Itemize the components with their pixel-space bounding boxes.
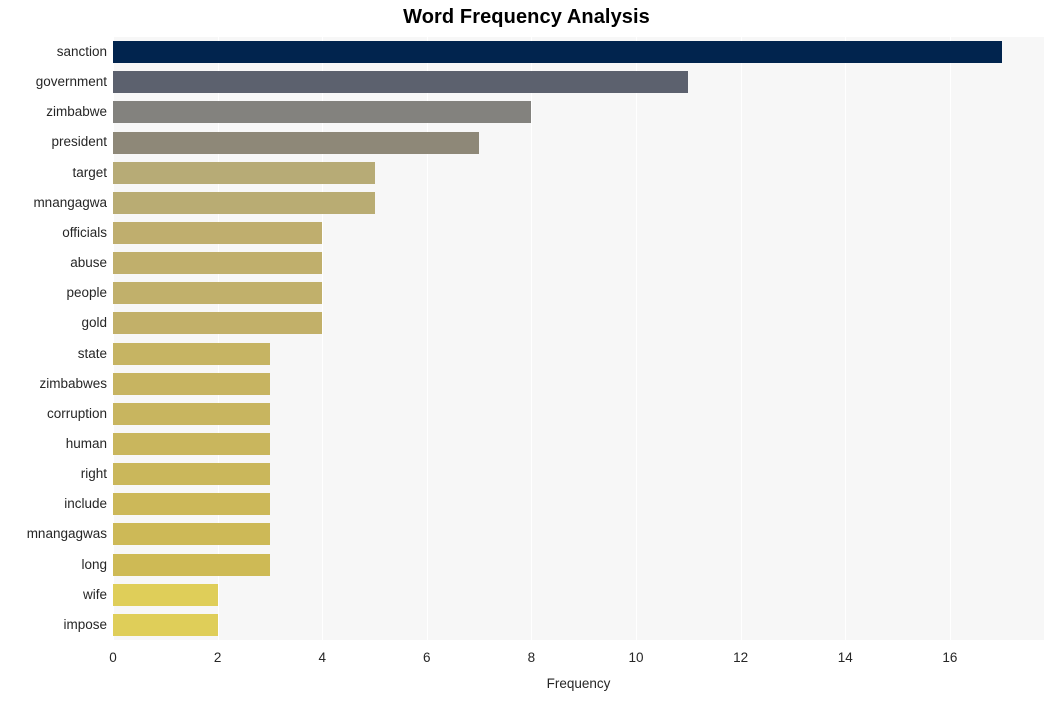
word-frequency-chart-figure: Word Frequency Analysis sanction governme… — [0, 0, 1053, 701]
x-tick-label: 2 — [213, 650, 222, 665]
y-tick-label: mnangagwas — [26, 526, 107, 542]
bar[interactable] — [113, 71, 689, 94]
bar-row — [113, 67, 1044, 97]
y-tick-label: human — [65, 435, 107, 451]
bar-row — [113, 550, 1044, 580]
bar[interactable] — [113, 523, 270, 546]
bar-row — [113, 610, 1044, 640]
x-axis-label: Frequency — [546, 676, 611, 691]
bar[interactable] — [113, 583, 218, 606]
bar-row — [113, 399, 1044, 429]
y-tick-label: zimbabwes — [39, 375, 107, 391]
bar-row — [113, 158, 1044, 188]
y-tick-label: president — [51, 134, 107, 150]
bar-row — [113, 127, 1044, 157]
y-tick-label: impose — [63, 616, 107, 632]
bar-row — [113, 218, 1044, 248]
x-axis: 0 2 4 6 8 10 12 14 16 Frequency — [109, 640, 1044, 701]
y-tick-label: wife — [82, 586, 107, 602]
bar[interactable] — [113, 493, 270, 516]
bar-row — [113, 519, 1044, 549]
y-tick-label: mnangagwa — [33, 194, 107, 210]
x-tick-label: 14 — [837, 650, 853, 665]
x-tick-label: 4 — [318, 650, 326, 665]
bar[interactable] — [113, 41, 1003, 64]
bar[interactable] — [113, 101, 532, 124]
y-tick-label: long — [81, 556, 107, 572]
bar-row — [113, 429, 1044, 459]
x-tick-label: 0 — [109, 650, 117, 665]
y-tick-label: corruption — [46, 405, 107, 421]
bar[interactable] — [113, 342, 270, 365]
y-tick-label: zimbabwe — [46, 104, 107, 120]
y-tick-label: sanction — [56, 44, 107, 59]
bar-row — [113, 369, 1044, 399]
bar-row — [113, 37, 1044, 67]
bar[interactable] — [113, 613, 218, 636]
chart-title: Word Frequency Analysis — [403, 6, 650, 28]
bar-row — [113, 489, 1044, 519]
y-tick-label: people — [66, 285, 107, 301]
x-tick-label: 8 — [527, 650, 536, 665]
bar-row — [113, 308, 1044, 338]
y-axis: sanction government zimbabwe president targe… — [0, 37, 107, 640]
bar[interactable] — [113, 221, 323, 244]
bar[interactable] — [113, 402, 270, 425]
bar[interactable] — [113, 463, 270, 486]
y-tick-label: government — [35, 74, 107, 90]
bar[interactable] — [113, 131, 480, 154]
bar[interactable] — [113, 252, 323, 275]
bar-row — [113, 580, 1044, 610]
bar-row — [113, 248, 1044, 278]
y-tick-label: include — [64, 496, 107, 512]
bar[interactable] — [113, 282, 323, 305]
bar[interactable] — [113, 191, 375, 214]
y-tick-label: officials — [62, 224, 107, 240]
y-tick-label: state — [77, 345, 107, 361]
bar[interactable] — [113, 161, 375, 184]
bar-row — [113, 339, 1044, 369]
y-tick-label: target — [72, 164, 107, 180]
x-tick-label: 6 — [423, 650, 431, 665]
y-tick-label: right — [80, 466, 107, 482]
bar[interactable] — [113, 553, 270, 576]
x-tick-label: 12 — [733, 650, 749, 665]
bar-row — [113, 278, 1044, 308]
y-tick-label: gold — [81, 315, 107, 331]
x-tick-label: 10 — [628, 650, 644, 665]
bar-row — [113, 188, 1044, 218]
bar[interactable] — [113, 372, 270, 395]
y-tick-label: abuse — [70, 255, 107, 271]
plot-area — [113, 37, 1044, 640]
bar-row — [113, 459, 1044, 489]
x-tick-label: 16 — [942, 650, 958, 665]
bar[interactable] — [113, 312, 323, 335]
bar-row — [113, 97, 1044, 127]
bar[interactable] — [113, 433, 270, 455]
